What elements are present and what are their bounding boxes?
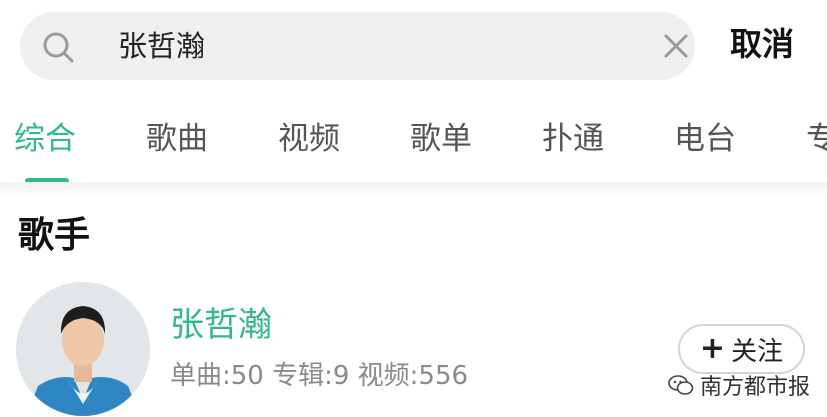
- watermark-text: 南方都市报: [700, 375, 811, 400]
- divider: [0, 182, 827, 196]
- search-input[interactable]: 张哲瀚: [118, 26, 205, 66]
- search-icon: [43, 32, 74, 63]
- watermark: 南方都市报: [668, 368, 810, 402]
- follow-label: 关注: [731, 336, 784, 367]
- avatar[interactable]: [16, 282, 150, 416]
- artist-stats: 单曲:50 专辑:9 视频:556: [170, 361, 469, 391]
- tab-videos[interactable]: 视频: [278, 116, 340, 162]
- section-title: 歌手: [18, 215, 91, 256]
- clear-icon[interactable]: [660, 30, 692, 62]
- tab-general[interactable]: 综合: [14, 116, 76, 162]
- plus-icon: +: [699, 331, 726, 366]
- search-bar[interactable]: 张哲瀚: [20, 12, 695, 80]
- cancel-button[interactable]: 取消: [730, 22, 794, 66]
- tab-albums[interactable]: 专: [806, 116, 827, 162]
- artist-name[interactable]: 张哲瀚: [170, 302, 272, 348]
- wechat-icon: [668, 375, 694, 395]
- tab-bar: 综合 歌曲 视频 歌单 扑通 电台 专: [0, 110, 827, 188]
- follow-button[interactable]: + 关注: [678, 324, 805, 374]
- tab-putong[interactable]: 扑通: [542, 116, 604, 162]
- tab-radio[interactable]: 电台: [674, 116, 736, 162]
- tab-songs[interactable]: 歌曲: [146, 116, 208, 162]
- tab-playlists[interactable]: 歌单: [410, 116, 472, 162]
